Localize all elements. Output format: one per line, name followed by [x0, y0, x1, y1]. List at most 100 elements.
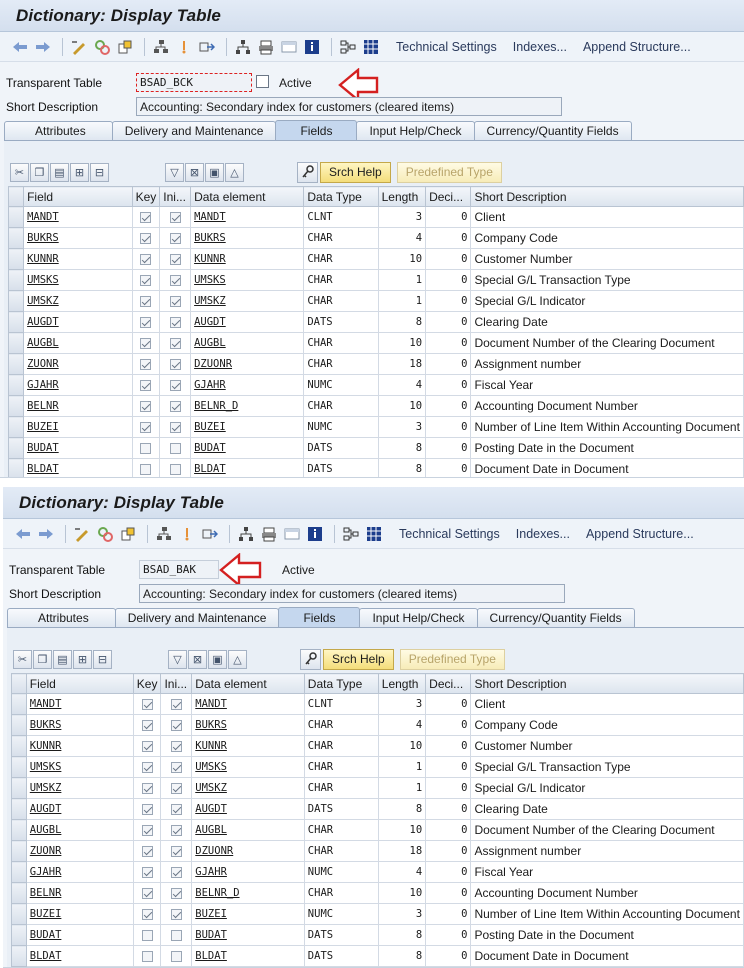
key-checkbox[interactable]: [140, 317, 152, 329]
key-checkbox[interactable]: [140, 296, 152, 308]
column-decimals[interactable]: Deci...: [425, 186, 472, 207]
data-element-cell[interactable]: GJAHR: [190, 374, 305, 396]
table-row[interactable]: BELNR BELNR_D CHAR 10 0 Accounting Document N…: [7, 395, 744, 417]
row-selector[interactable]: [7, 395, 25, 417]
initial-values-checkbox[interactable]: [169, 443, 181, 455]
key-cell[interactable]: [132, 777, 162, 799]
data-element-cell[interactable]: BUKRS: [191, 714, 305, 736]
key-cell[interactable]: [132, 945, 162, 967]
initial-values-cell[interactable]: [159, 353, 192, 375]
data-element-cell[interactable]: KUNNR: [190, 248, 305, 270]
field-name-cell[interactable]: KUNNR: [25, 735, 134, 757]
row-selector[interactable]: [11, 861, 27, 883]
info-icon[interactable]: [305, 524, 325, 544]
column-field[interactable]: Field: [23, 186, 133, 207]
field-name-cell[interactable]: BUZEI: [23, 416, 133, 438]
indexes-button[interactable]: Indexes...: [516, 527, 570, 541]
row-selector[interactable]: [7, 311, 25, 333]
data-element-cell[interactable]: DZUONR: [190, 353, 305, 375]
data-element-cell[interactable]: KUNNR: [191, 735, 305, 757]
row-selector[interactable]: [7, 227, 25, 249]
column-initial[interactable]: Ini...: [160, 673, 193, 694]
tab-delivery-maintenance[interactable]: Delivery and Maintenance: [111, 121, 277, 140]
activate-icon[interactable]: [95, 524, 115, 544]
field-name-cell[interactable]: KUNNR: [23, 248, 133, 270]
initial-values-checkbox[interactable]: [170, 699, 182, 711]
data-element-cell[interactable]: DZUONR: [191, 840, 305, 862]
table-row[interactable]: BLDAT BLDAT DATS 8 0 Document Date in Documen…: [11, 945, 744, 967]
data-element-cell[interactable]: UMSKS: [191, 756, 305, 778]
key-cell[interactable]: [132, 882, 162, 904]
table-row[interactable]: BUZEI BUZEI NUMC 3 0 Number of Line Item With…: [7, 416, 744, 438]
initial-values-cell[interactable]: [159, 311, 192, 333]
tab-delivery-maintenance[interactable]: Delivery and Maintenance: [114, 608, 280, 627]
table-row[interactable]: UMSKZ UMSKZ CHAR 1 0 Special G/L Indicator: [11, 777, 744, 799]
key-checkbox[interactable]: [141, 741, 153, 753]
row-selector[interactable]: [11, 714, 27, 736]
key-checkbox[interactable]: [140, 422, 152, 434]
print-icon[interactable]: [259, 524, 279, 544]
initial-values-checkbox[interactable]: [169, 380, 181, 392]
key-checkbox[interactable]: [141, 825, 153, 837]
field-name-cell[interactable]: UMSKS: [23, 269, 133, 291]
key-icon[interactable]: [297, 161, 318, 183]
key-checkbox[interactable]: [140, 338, 152, 350]
key-cell[interactable]: [131, 269, 161, 291]
row-selector[interactable]: [11, 924, 27, 946]
column-data-type[interactable]: Data Type: [303, 186, 379, 207]
table-row[interactable]: AUGBL AUGBL CHAR 10 0 Document Number of the …: [7, 332, 744, 354]
initial-values-cell[interactable]: [160, 945, 193, 967]
initial-values-checkbox[interactable]: [170, 888, 182, 900]
data-element-cell[interactable]: GJAHR: [191, 861, 305, 883]
key-checkbox[interactable]: [141, 909, 153, 921]
key-checkbox[interactable]: [141, 846, 153, 858]
table-row[interactable]: BUKRS BUKRS CHAR 4 0 Company Code: [11, 714, 744, 736]
initial-values-cell[interactable]: [159, 248, 192, 270]
key-cell[interactable]: [131, 395, 161, 417]
initial-values-cell[interactable]: [160, 819, 193, 841]
paste-icon[interactable]: ▤: [50, 162, 69, 182]
key-cell[interactable]: [132, 819, 162, 841]
insert-row-icon[interactable]: ⊞: [73, 649, 92, 669]
field-name-cell[interactable]: UMSKZ: [25, 777, 134, 799]
initial-values-cell[interactable]: [159, 395, 192, 417]
key-icon[interactable]: [300, 648, 321, 670]
table-name-field[interactable]: BSAD_BCK: [136, 73, 252, 92]
copy-icon[interactable]: [256, 75, 269, 88]
technical-settings-button[interactable]: Technical Settings: [399, 527, 500, 541]
table-row[interactable]: UMSKZ UMSKZ CHAR 1 0 Special G/L Indicator: [7, 290, 744, 312]
row-selector[interactable]: [11, 945, 27, 967]
search-help-button[interactable]: Srch Help: [320, 161, 391, 183]
table-row[interactable]: KUNNR KUNNR CHAR 10 0 Customer Number: [7, 248, 744, 270]
append-structure-button[interactable]: Append Structure...: [586, 527, 694, 541]
initial-values-cell[interactable]: [159, 458, 192, 477]
dependency-icon[interactable]: [338, 37, 358, 57]
initial-values-cell[interactable]: [159, 332, 192, 354]
key-checkbox[interactable]: [141, 699, 153, 711]
field-name-cell[interactable]: ZUONR: [25, 840, 134, 862]
key-cell[interactable]: [132, 693, 162, 715]
table-row[interactable]: AUGDT AUGDT DATS 8 0 Clearing Date: [7, 311, 744, 333]
key-checkbox[interactable]: [141, 951, 153, 963]
info-marker-icon[interactable]: [174, 37, 194, 57]
row-selector[interactable]: [7, 206, 25, 228]
field-name-cell[interactable]: MANDT: [23, 206, 133, 228]
append-structure-button[interactable]: Append Structure...: [583, 40, 691, 54]
tab-currency-quantity[interactable]: Currency/Quantity Fields: [476, 608, 635, 627]
column-length[interactable]: Length: [377, 673, 427, 694]
row-selector[interactable]: [7, 248, 25, 270]
key-checkbox[interactable]: [140, 401, 152, 413]
field-name-cell[interactable]: BUDAT: [23, 437, 133, 459]
insert-row-icon[interactable]: ⊞: [70, 162, 89, 182]
initial-values-checkbox[interactable]: [169, 317, 181, 329]
data-element-cell[interactable]: BUZEI: [190, 416, 305, 438]
column-short-description[interactable]: Short Description: [470, 673, 744, 694]
table-row[interactable]: BUDAT BUDAT DATS 8 0 Posting Date in the Docu…: [7, 437, 744, 459]
initial-values-checkbox[interactable]: [170, 825, 182, 837]
delete-row-icon[interactable]: ⊟: [93, 649, 112, 669]
table-row[interactable]: BLDAT BLDAT DATS 8 0 Document Date in Documen…: [7, 458, 744, 477]
row-selector[interactable]: [7, 353, 25, 375]
select-all-cell[interactable]: [7, 186, 25, 207]
initial-values-checkbox[interactable]: [170, 951, 182, 963]
field-name-cell[interactable]: BUZEI: [25, 903, 134, 925]
